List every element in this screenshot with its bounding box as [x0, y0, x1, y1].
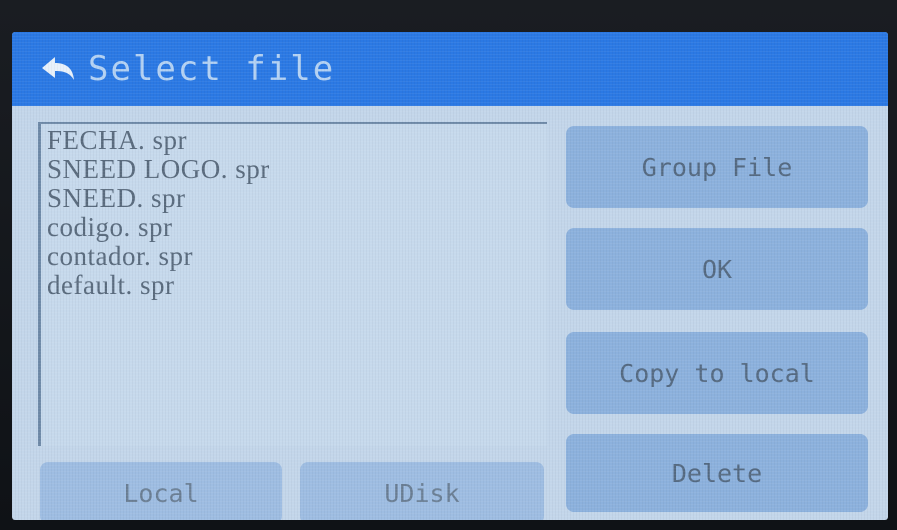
list-item[interactable]: SNEED. spr — [41, 184, 547, 213]
group-file-button[interactable]: Group File — [566, 126, 868, 208]
copy-to-local-button[interactable]: Copy to local — [566, 332, 868, 414]
list-item[interactable]: SNEED LOGO. spr — [41, 155, 547, 184]
list-item[interactable]: default. spr — [41, 271, 547, 300]
file-list[interactable]: FECHA. spr SNEED LOGO. spr SNEED. spr co… — [38, 122, 547, 446]
list-item[interactable]: FECHA. spr — [41, 126, 547, 155]
screen: Select file FECHA. spr SNEED LOGO. spr S… — [12, 32, 888, 520]
back-arrow-icon[interactable] — [36, 51, 80, 87]
delete-button[interactable]: Delete — [566, 434, 868, 512]
list-item[interactable]: codigo. spr — [41, 213, 547, 242]
udisk-storage-button[interactable]: UDisk — [300, 462, 544, 520]
local-storage-button[interactable]: Local — [40, 462, 282, 520]
title-bar: Select file — [12, 32, 888, 106]
page-title: Select file — [88, 49, 336, 89]
list-item[interactable]: contador. spr — [41, 242, 547, 271]
ok-button[interactable]: OK — [566, 228, 868, 310]
